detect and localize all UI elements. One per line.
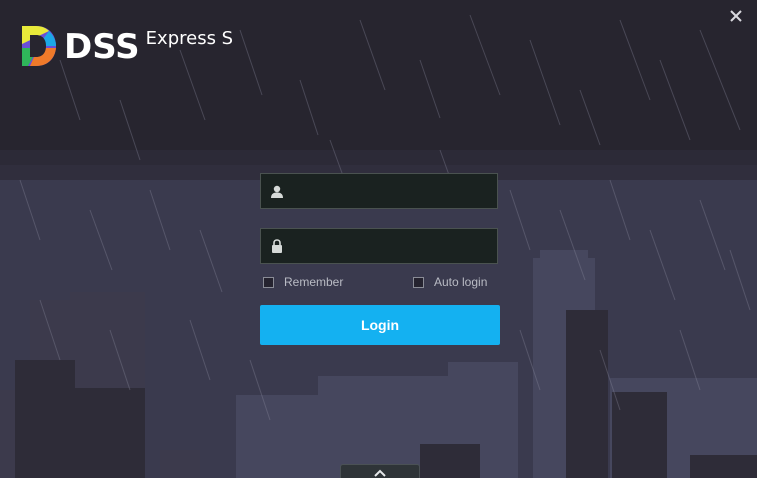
expand-panel-button[interactable] (340, 464, 420, 478)
remember-label: Remember (284, 275, 344, 289)
dss-logo-icon (22, 26, 56, 66)
dss-logo: DSS Express S (18, 22, 233, 70)
username-input[interactable] (293, 176, 497, 206)
auto-login-label: Auto login (434, 275, 488, 289)
brand-name: DSS (64, 27, 140, 67)
username-field[interactable] (260, 173, 498, 209)
login-window: DSS Express S Remember Auto login Login (0, 0, 757, 478)
password-field[interactable] (260, 228, 498, 264)
close-button[interactable] (726, 6, 746, 26)
product-name: Express S (145, 28, 234, 49)
user-icon (261, 174, 293, 208)
lock-icon (261, 229, 293, 263)
auto-login-checkbox-box[interactable] (413, 276, 424, 288)
close-icon (730, 10, 742, 22)
remember-checkbox[interactable]: Remember (263, 275, 343, 289)
login-button[interactable]: Login (260, 305, 500, 345)
chevron-up-icon (374, 469, 386, 477)
password-input[interactable] (293, 231, 497, 261)
auto-login-checkbox[interactable]: Auto login (413, 275, 487, 289)
remember-checkbox-box[interactable] (263, 276, 274, 288)
